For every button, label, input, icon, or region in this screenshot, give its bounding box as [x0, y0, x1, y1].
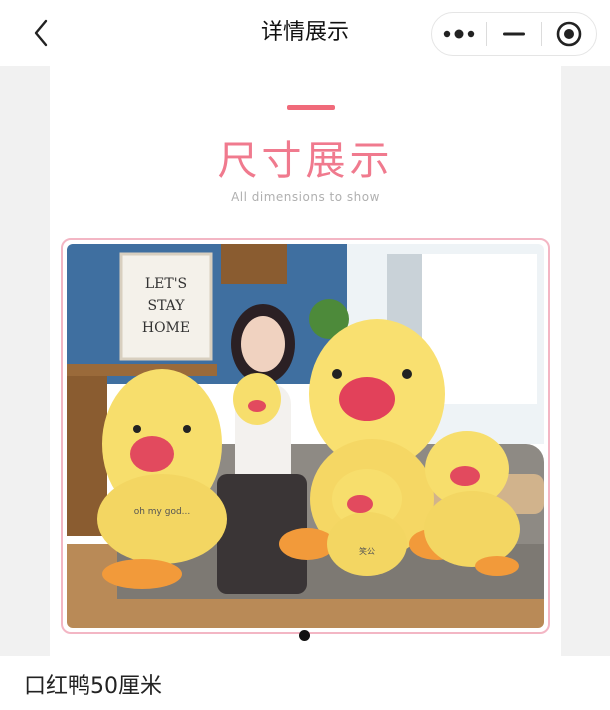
minimize-button[interactable] [487, 13, 541, 55]
product-photo: LET'S STAY HOME oh my god... 笑公 [67, 244, 544, 628]
carousel-indicator-dot[interactable] [299, 630, 310, 641]
target-close-icon [556, 21, 582, 47]
product-image-carousel[interactable]: 尺寸展示 All dimensions to show LET'S STAY H… [50, 66, 561, 656]
navigation-bar: 详情展示 [0, 0, 610, 66]
chevron-left-icon [34, 19, 48, 47]
photo-frame: LET'S STAY HOME oh my god... 笑公 [61, 238, 550, 634]
more-button[interactable] [432, 13, 486, 55]
back-button[interactable] [26, 18, 56, 48]
sign-text-line-3: HOME [142, 320, 190, 336]
minimize-icon [503, 32, 525, 36]
toy-text-center: 笑公 [359, 546, 375, 556]
sign-text-line-2: STAY [148, 298, 186, 314]
mini-program-capsule [431, 12, 597, 56]
more-dots-icon [443, 29, 475, 39]
product-name: 口红鸭50厘米 [24, 674, 162, 699]
poster-title: 尺寸展示 [217, 138, 394, 184]
sign-text-line-1: LET'S [145, 276, 187, 292]
close-button[interactable] [542, 13, 596, 55]
product-photo-illustration: LET'S STAY HOME oh my god... 笑公 [67, 244, 544, 628]
decorative-bar [287, 105, 335, 110]
toy-text-left: oh my god... [134, 507, 191, 517]
poster-subtitle: All dimensions to show [231, 190, 380, 204]
